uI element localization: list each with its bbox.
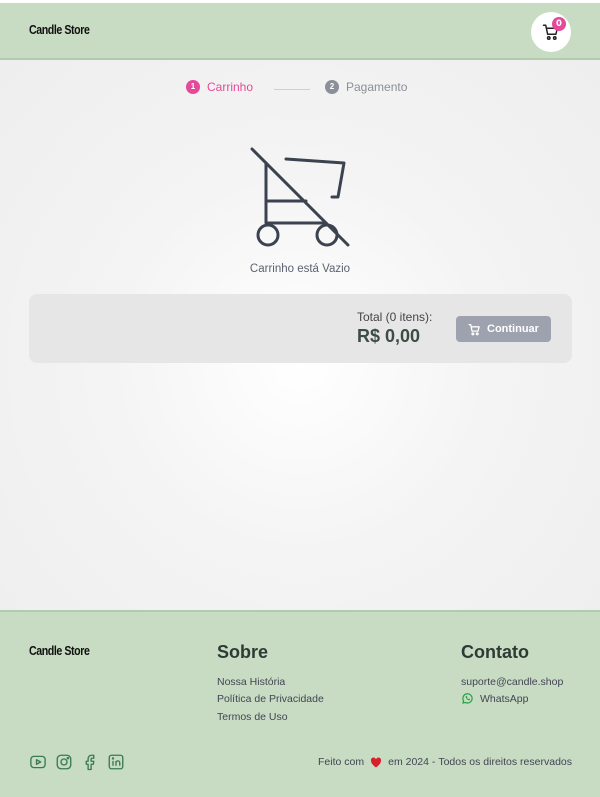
copyright: Feito com em 2024 - Todos os direitos re…	[318, 756, 572, 768]
support-email-link[interactable]: suporte@candle.shop	[461, 676, 563, 688]
cart-page: 1 Carrinho 2 Pagamento Carrinho está Vaz…	[0, 60, 600, 610]
cart-icon	[468, 323, 480, 335]
empty-cart-message: Carrinho está Vazio	[249, 263, 351, 275]
social-links	[29, 753, 133, 771]
year-text: em 2024	[388, 756, 429, 768]
cart-button[interactable]: 0	[531, 12, 571, 52]
step-divider	[274, 89, 310, 90]
site-logo[interactable]: Candle Store	[29, 23, 90, 37]
continue-button[interactable]: Continuar	[456, 316, 551, 342]
rights-text: Todos os direitos reservados	[438, 756, 572, 768]
made-with-text: Feito com	[318, 756, 365, 768]
contato-title: Contato	[461, 642, 529, 662]
heart-icon	[371, 757, 382, 767]
total-value: R$ 0,00	[357, 326, 421, 346]
instagram-icon[interactable]	[55, 753, 73, 771]
link-privacidade[interactable]: Política de Privacidade	[217, 693, 324, 705]
separator: -	[429, 756, 439, 768]
step-number: 1	[186, 80, 200, 94]
site-header: Candle Store 0	[0, 3, 600, 60]
checkout-steps: 1 Carrinho 2 Pagamento	[186, 80, 426, 96]
cart-summary: Total (0 itens): R$ 0,00 Continuar	[29, 294, 572, 363]
site-footer: Candle Store Sobre Nossa História Políti…	[0, 610, 600, 797]
facebook-icon[interactable]	[81, 753, 99, 771]
whatsapp-link[interactable]: WhatsApp	[461, 692, 528, 705]
link-termos[interactable]: Termos de Uso	[217, 711, 288, 723]
step-number: 2	[325, 80, 339, 94]
link-nossa-historia[interactable]: Nossa História	[217, 676, 285, 688]
whatsapp-label: WhatsApp	[480, 692, 529, 705]
empty-cart-icon	[250, 147, 350, 247]
step-payment[interactable]: 2 Pagamento	[325, 80, 407, 94]
total-label: Total (0 itens):	[357, 310, 433, 324]
step-cart[interactable]: 1 Carrinho	[186, 80, 253, 94]
youtube-icon[interactable]	[29, 753, 47, 771]
linkedin-icon[interactable]	[107, 753, 125, 771]
step-label: Carrinho	[207, 80, 254, 94]
step-label: Pagamento	[346, 80, 408, 94]
cart-count-badge: 0	[552, 17, 566, 31]
whatsapp-icon	[462, 693, 473, 704]
continue-label: Continuar	[487, 323, 539, 335]
footer-logo[interactable]: Candle Store	[29, 644, 90, 658]
sobre-title: Sobre	[217, 642, 269, 662]
